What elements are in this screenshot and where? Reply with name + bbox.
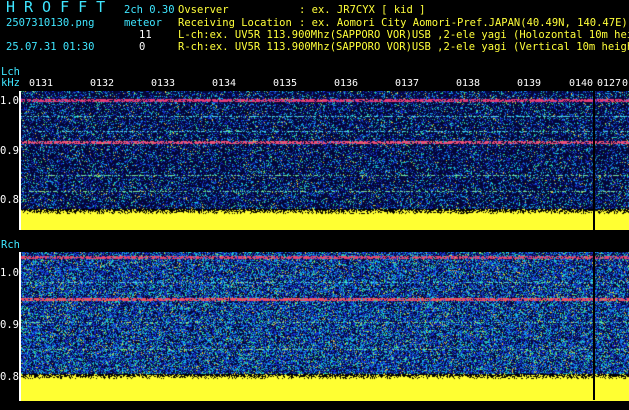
meteor-count-lch: 11 — [139, 29, 152, 41]
observer-value: : ex. JR7CYX [ kid ] — [299, 4, 426, 16]
lch-receiver-info: L-ch:ex. UV5R 113.900Mhz(SAPPORO VOR)USB… — [178, 29, 629, 41]
time-axis: 0131 0132 0133 0134 0135 0136 0137 0138 … — [21, 78, 629, 90]
time-tick-label: 0132 — [90, 78, 115, 89]
time-tick-label: 0135 — [273, 78, 298, 89]
meteor-count-rch: 0 — [139, 41, 146, 53]
rch-spectrogram — [21, 252, 629, 401]
date-time: 25.07.31 01:30 — [6, 41, 95, 53]
time-tick-label: 0137 — [395, 78, 420, 89]
time-tick-label: 0139 — [517, 78, 542, 89]
time-tick-label: 0134 — [212, 78, 237, 89]
observer-label: Ovserver — [178, 4, 229, 16]
lch-tick-label: 0.8 — [0, 194, 19, 206]
file-name: 2507310130.png — [6, 17, 95, 29]
rch-tick-label: 0.8 — [0, 371, 19, 383]
rch-tick-label: 1.0 — [0, 267, 19, 279]
time-tick-label: 0136 — [334, 78, 359, 89]
meteor-label: meteor — [124, 17, 162, 29]
rch-tick-label: 0.9 — [0, 319, 19, 331]
current-time-cursor — [593, 78, 595, 400]
channel-setting: 2ch 0.30 — [124, 4, 175, 16]
time-tick-label: 0140 — [569, 78, 594, 89]
time-tick-label: 0 — [622, 78, 629, 89]
lch-spectrogram — [21, 91, 629, 230]
lch-tick-label: 1.0 — [0, 95, 19, 107]
app-brand: HROFFT — [6, 0, 115, 16]
rch-receiver-info: R-ch:ex. UV5R 113.900Mhz(SAPPORO VOR)USB… — [178, 41, 629, 53]
location-value: : ex. Aomori City Aomori-Pref.JAPAN(40.4… — [299, 17, 628, 29]
location-label: Receiving Location — [178, 17, 292, 29]
time-tick-label: 0133 — [151, 78, 176, 89]
lch-unit: kHz — [1, 77, 20, 89]
rch-label: Rch — [1, 239, 20, 251]
time-tick-label: 0127 — [597, 78, 622, 89]
time-tick-label: 0138 — [456, 78, 481, 89]
time-tick-label: 0131 — [29, 78, 54, 89]
lch-tick-label: 0.9 — [0, 145, 19, 157]
